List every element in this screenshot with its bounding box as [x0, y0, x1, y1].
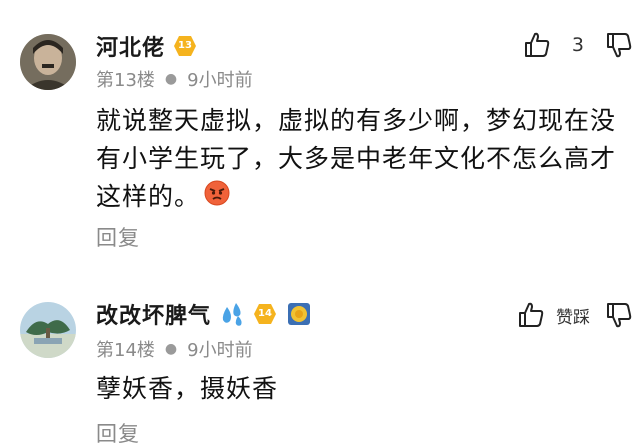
level-number: 14: [258, 308, 272, 319]
comment-meta: 第13楼 ● 9小时前: [96, 66, 253, 92]
medal-icon: [287, 302, 311, 326]
timestamp: 9小时前: [187, 70, 253, 91]
avatar[interactable]: [20, 302, 76, 358]
angry-face-emoji-icon: [204, 179, 230, 217]
level-number: 13: [178, 40, 192, 51]
comment-meta: 第14楼 ● 9小时前: [96, 336, 253, 362]
username[interactable]: 河北佬: [96, 30, 165, 62]
level-badge: 13: [173, 35, 197, 57]
timestamp: 9小时前: [187, 340, 253, 361]
comment-item: 改改坏脾气 14 第14楼 ● 9小时前 孽妖香，摄妖香 回复 赞踩: [0, 290, 640, 447]
username[interactable]: 改改坏脾气: [96, 298, 211, 330]
thumbs-up-icon[interactable]: [522, 30, 552, 60]
comment-body: 就说整天虚拟，虚拟的有多少啊，梦幻现在没有小学生玩了，大多是中老年文化不怎么高才…: [96, 106, 617, 211]
separator-dot: ●: [164, 71, 178, 87]
thumbs-down-icon[interactable]: [604, 30, 634, 60]
thumbs-down-icon[interactable]: [604, 300, 634, 330]
separator-dot: ●: [164, 341, 178, 357]
username-row: 改改坏脾气 14: [96, 298, 311, 330]
reply-button[interactable]: 回复: [96, 222, 140, 252]
vote-label: 赞踩: [556, 307, 590, 328]
reply-button[interactable]: 回复: [96, 418, 140, 447]
level-badge: 14: [253, 303, 277, 325]
comment-text: 就说整天虚拟，虚拟的有多少啊，梦幻现在没有小学生玩了，大多是中老年文化不怎么高才…: [96, 102, 626, 217]
comment-text: 孽妖香，摄妖香: [96, 370, 626, 408]
sweat-droplets-icon: [219, 301, 245, 327]
thumbs-up-icon[interactable]: [516, 300, 546, 330]
username-row: 河北佬 13: [96, 30, 197, 62]
comment-body: 孽妖香，摄妖香: [96, 374, 279, 403]
avatar[interactable]: [20, 34, 76, 90]
vote-actions: 赞踩: [516, 300, 640, 330]
floor-number: 第14楼: [96, 340, 155, 361]
floor-number: 第13楼: [96, 70, 155, 91]
vote-actions: 3: [522, 30, 640, 60]
like-count: 3: [571, 34, 584, 56]
comment-item: 河北佬 13 第13楼 ● 9小时前 就说整天虚拟，虚拟的有多少啊，梦幻现在没有…: [0, 0, 640, 270]
